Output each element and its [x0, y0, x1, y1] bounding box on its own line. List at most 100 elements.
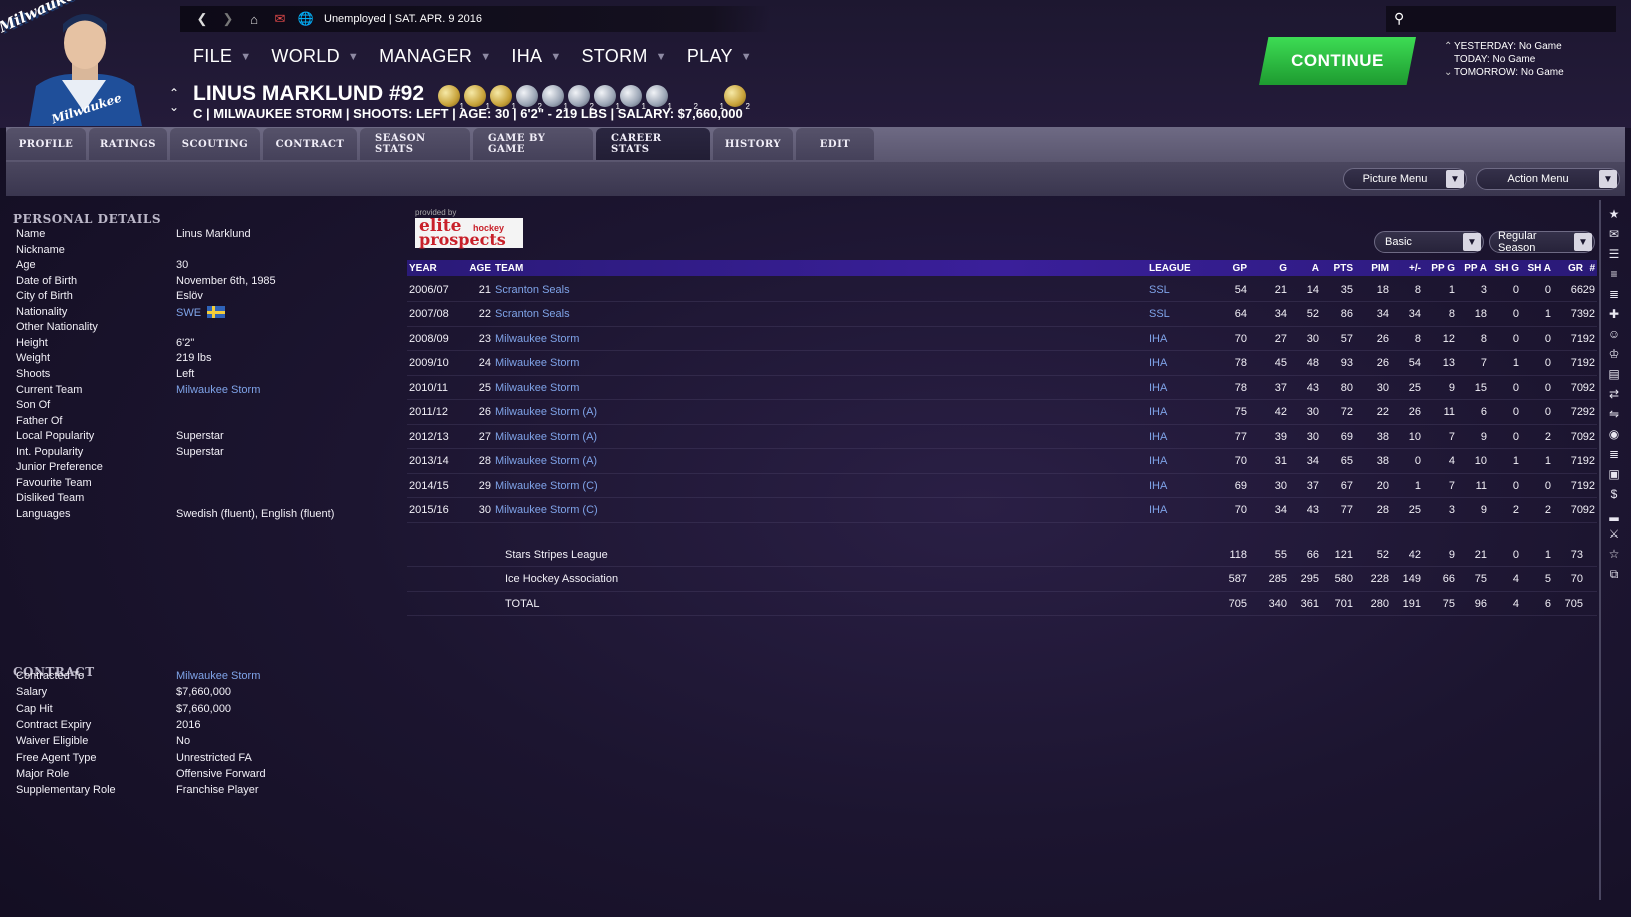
stat-cell[interactable]: SSL: [1149, 278, 1209, 301]
stat-cell[interactable]: IHA: [1149, 352, 1209, 375]
menu-world[interactable]: WORLD ▼: [271, 46, 359, 67]
team-logo-icon[interactable]: ★: [1606, 206, 1622, 222]
stats-view-select[interactable]: Basic ▼: [1374, 231, 1484, 253]
column-header-team[interactable]: TEAM: [495, 260, 715, 276]
stat-cell[interactable]: Scranton Seals: [495, 278, 715, 301]
detail-value[interactable]: SWE: [176, 307, 201, 319]
stat-cell[interactable]: IHA: [1149, 401, 1209, 424]
tab-history[interactable]: HISTORY: [713, 128, 793, 160]
menu-manager[interactable]: MANAGER ▼: [379, 46, 491, 67]
stat-cell[interactable]: Milwaukee Storm: [495, 352, 715, 375]
stat-cell[interactable]: Milwaukee Storm: [495, 376, 715, 399]
stat-cell[interactable]: Milwaukee Storm (A): [495, 401, 715, 424]
award-medal-icon[interactable]: 1: [620, 85, 646, 111]
finance-icon[interactable]: $: [1606, 486, 1622, 502]
menu-file[interactable]: FILE ▼: [193, 46, 251, 67]
award-medal-icon[interactable]: 1: [542, 85, 568, 111]
menu-iha[interactable]: IHA ▼: [511, 46, 561, 67]
stat-cell[interactable]: IHA: [1149, 499, 1209, 522]
stat-cell[interactable]: Milwaukee Storm (A): [495, 450, 715, 473]
column-header-a[interactable]: A: [1283, 260, 1319, 276]
back-arrow-icon[interactable]: ❮: [194, 11, 210, 27]
players-icon[interactable]: ☺: [1606, 326, 1622, 342]
award-medal-icon[interactable]: 2: [672, 85, 698, 111]
tab-profile[interactable]: PROFILE: [6, 128, 86, 160]
column-header--[interactable]: +/-: [1385, 260, 1421, 276]
award-medal-icon[interactable]: 2: [568, 85, 594, 111]
column-header-sh-g[interactable]: SH G: [1485, 260, 1519, 276]
menu-play[interactable]: PLAY ▼: [687, 46, 752, 67]
column-header-age[interactable]: AGE: [463, 260, 491, 276]
awards-icon[interactable]: ☆: [1606, 546, 1622, 562]
notes-icon[interactable]: ▤: [1606, 366, 1622, 382]
column-header-pim[interactable]: PIM: [1351, 260, 1389, 276]
mail-icon[interactable]: ✉: [272, 11, 288, 27]
stat-cell[interactable]: IHA: [1149, 376, 1209, 399]
stat-cell[interactable]: Scranton Seals: [495, 303, 715, 326]
history-icon[interactable]: ⧉: [1606, 566, 1622, 582]
team-badge-icon[interactable]: ◉: [1606, 426, 1622, 442]
search-icon[interactable]: ⚲: [1394, 10, 1404, 27]
detail-value[interactable]: Milwaukee Storm: [176, 670, 260, 682]
column-header-year[interactable]: YEAR: [409, 260, 469, 276]
home-icon[interactable]: ⌂: [246, 11, 262, 27]
stat-cell[interactable]: IHA: [1149, 327, 1209, 350]
action-menu-button[interactable]: Action Menu ▼: [1476, 168, 1620, 190]
search-input[interactable]: [1386, 6, 1616, 32]
column-header-sh-a[interactable]: SH A: [1517, 260, 1551, 276]
tab-career-stats[interactable]: CAREER STATS: [596, 128, 710, 160]
tab-scouting[interactable]: SCOUTING: [170, 128, 260, 160]
award-medal-icon[interactable]: 2: [724, 85, 750, 111]
continue-button[interactable]: CONTINUE: [1259, 37, 1416, 85]
tab-contract[interactable]: CONTRACT: [263, 128, 357, 160]
stats-icon[interactable]: ▂: [1606, 506, 1622, 522]
tab-game-by-game[interactable]: GAME BY GAME: [473, 128, 593, 160]
stat-cell[interactable]: IHA: [1149, 450, 1209, 473]
forward-arrow-icon[interactable]: ❯: [220, 11, 236, 27]
injury-icon[interactable]: ✚: [1606, 306, 1622, 322]
award-medal-icon[interactable]: 1: [646, 85, 672, 111]
award-medal-icon[interactable]: 1: [490, 85, 516, 111]
stat-cell[interactable]: IHA: [1149, 425, 1209, 448]
trophy-icon[interactable]: ♔: [1606, 346, 1622, 362]
chevron-down-icon[interactable]: ⌄: [1444, 66, 1454, 79]
award-medal-icon[interactable]: 2: [516, 85, 542, 111]
season-type-select[interactable]: Regular Season ▼: [1489, 230, 1595, 254]
tools-icon[interactable]: ⚔: [1606, 526, 1622, 542]
award-medal-icon[interactable]: 1: [698, 85, 724, 111]
trade-icon[interactable]: ⇋: [1606, 406, 1622, 422]
player-nav-arrows[interactable]: ⌃ ⌄: [169, 86, 179, 114]
list-icon-2[interactable]: ≣: [1606, 446, 1622, 462]
detail-value[interactable]: Milwaukee Storm: [176, 384, 260, 396]
stat-cell[interactable]: Milwaukee Storm (C): [495, 474, 715, 497]
mail-icon[interactable]: ✉: [1606, 226, 1622, 242]
column-header-gp[interactable]: GP: [1207, 260, 1247, 276]
award-medal-icon[interactable]: 1: [438, 85, 464, 111]
globe-icon[interactable]: 🌐: [298, 11, 314, 27]
roster-icon[interactable]: ☰: [1606, 246, 1622, 262]
tab-edit[interactable]: EDIT: [796, 128, 874, 160]
transactions-icon[interactable]: ⇄: [1606, 386, 1622, 402]
stat-cell[interactable]: SSL: [1149, 303, 1209, 326]
picture-menu-button[interactable]: Picture Menu ▼: [1343, 168, 1467, 190]
list-icon[interactable]: ≣: [1606, 286, 1622, 302]
column-header-g[interactable]: G: [1252, 260, 1287, 276]
stat-cell[interactable]: Milwaukee Storm: [495, 327, 715, 350]
column-header-pp-g[interactable]: PP G: [1419, 260, 1455, 276]
stat-cell[interactable]: Milwaukee Storm (C): [495, 499, 715, 522]
award-medal-icon[interactable]: 1: [464, 85, 490, 111]
tab-ratings[interactable]: RATINGS: [89, 128, 167, 160]
column-header-pp-a[interactable]: PP A: [1453, 260, 1487, 276]
menu-storm[interactable]: STORM ▼: [582, 46, 667, 67]
column-header-league[interactable]: LEAGUE: [1149, 260, 1209, 276]
award-medal-icon[interactable]: 1: [594, 85, 620, 111]
stat-cell[interactable]: Milwaukee Storm (A): [495, 425, 715, 448]
stat-cell[interactable]: IHA: [1149, 474, 1209, 497]
scrollbar[interactable]: [1599, 200, 1601, 900]
chevron-up-icon[interactable]: ⌃: [1444, 40, 1454, 53]
scouting-icon[interactable]: ▣: [1606, 466, 1622, 482]
column-header-pts[interactable]: PTS: [1315, 260, 1353, 276]
tab-season-stats[interactable]: SEASON STATS: [360, 128, 470, 160]
column-header--[interactable]: #: [1567, 260, 1595, 276]
lines-icon[interactable]: ≡: [1606, 266, 1622, 282]
